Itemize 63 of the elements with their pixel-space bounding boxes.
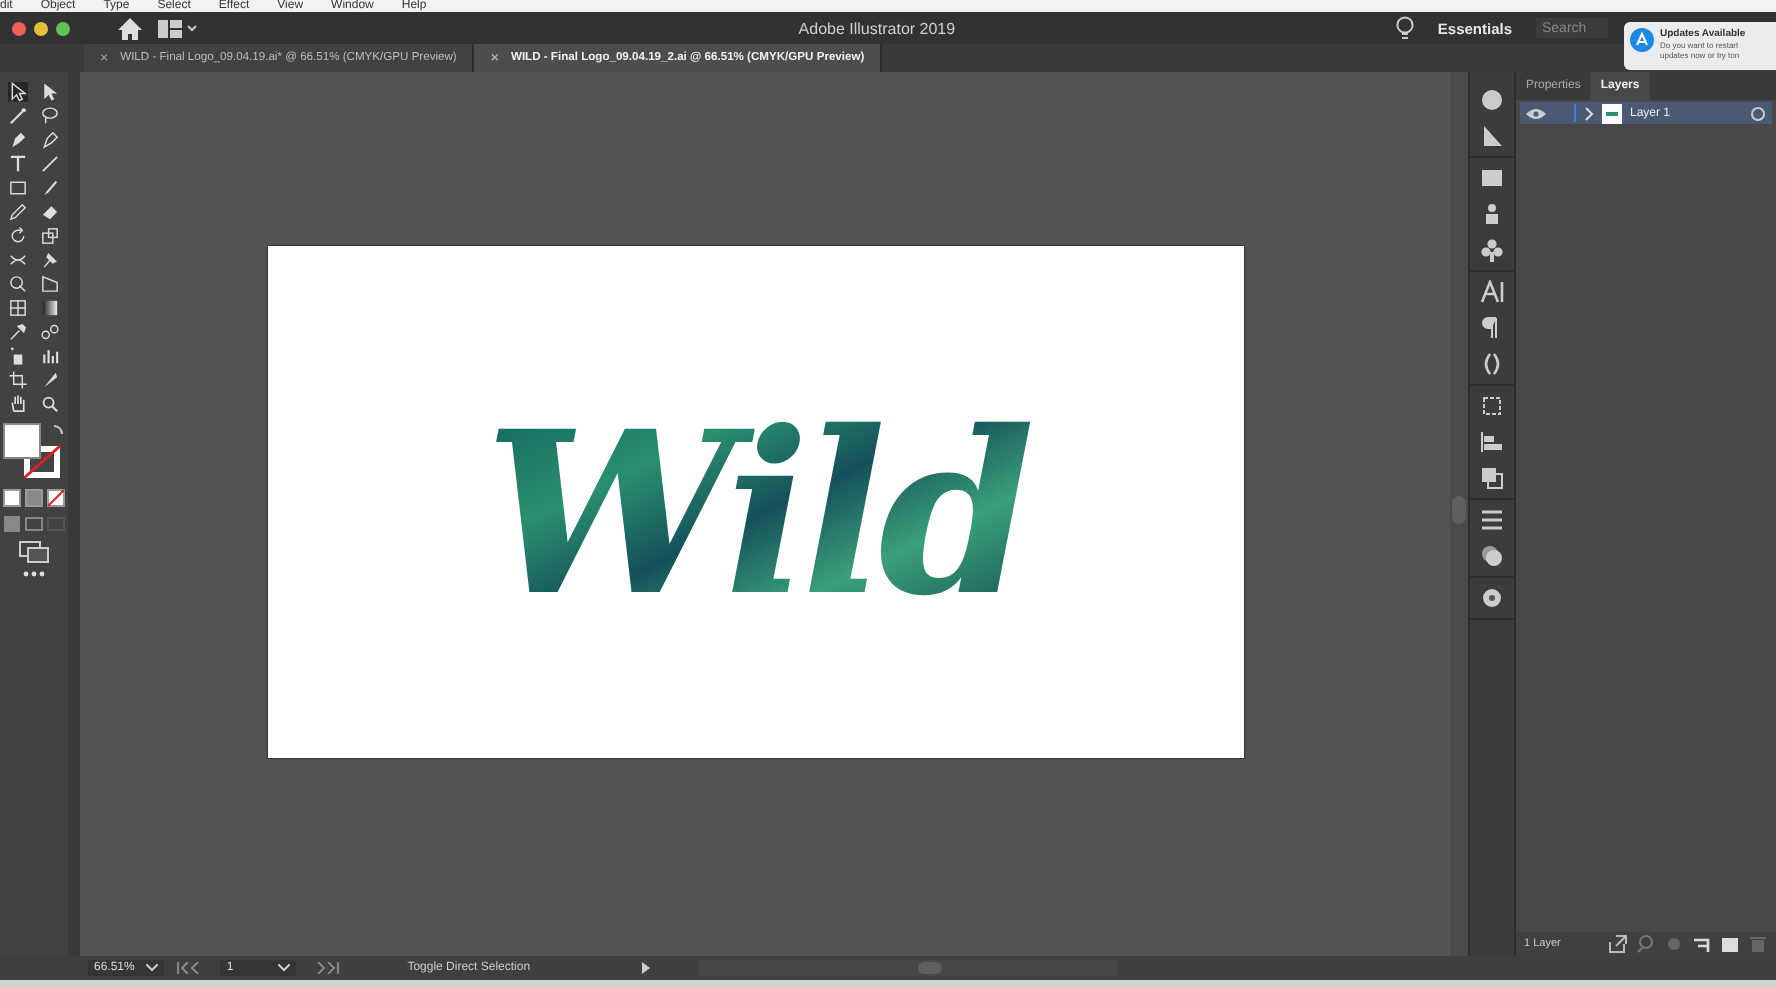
new-layer-icon[interactable] (1720, 934, 1740, 954)
window-title: Adobe Illustrator 2019 (796, 19, 958, 37)
stroke-icon[interactable] (1480, 508, 1504, 532)
scale-icon[interactable] (40, 226, 60, 246)
wand-icon[interactable] (8, 106, 28, 126)
type-tool-icon[interactable] (8, 154, 28, 174)
app-store-icon (1630, 28, 1654, 52)
lasso-icon[interactable] (40, 106, 60, 126)
color-mode-icon[interactable] (0, 488, 68, 508)
ruler-icon[interactable] (1480, 124, 1504, 148)
direct-arrow-icon[interactable] (40, 82, 60, 102)
transform-icon[interactable] (1480, 394, 1504, 418)
screen-mode-icon[interactable] (18, 540, 50, 564)
chevron-icon[interactable] (1584, 105, 1594, 121)
eyedropper-icon[interactable] (8, 322, 28, 342)
pen-icon[interactable] (8, 130, 28, 150)
selection-arrow-icon[interactable] (8, 82, 28, 102)
zoom-button[interactable] (56, 21, 70, 35)
layout-icon[interactable] (158, 19, 198, 37)
gradient-icon[interactable] (40, 298, 60, 318)
close-button[interactable] (12, 21, 26, 35)
line-icon[interactable] (40, 154, 60, 174)
column-graph-icon[interactable] (40, 346, 60, 366)
align-icon[interactable] (1480, 430, 1504, 454)
mesh-icon[interactable] (8, 298, 28, 318)
pathfinder-icon[interactable] (1480, 466, 1504, 490)
width-icon[interactable] (8, 250, 28, 270)
more-icon[interactable] (22, 570, 46, 578)
pin-icon[interactable] (40, 250, 60, 270)
wild-lettering-artwork: Wild (416, 322, 1096, 682)
eye-icon[interactable] (1526, 107, 1546, 119)
rectangle-icon[interactable] (8, 178, 28, 198)
opentype-icon[interactable] (1480, 352, 1504, 376)
layer-thumbnail-icon (1602, 103, 1622, 123)
fill-stroke-swatch-icon[interactable] (0, 422, 68, 482)
caret-icon (146, 964, 159, 972)
play-icon[interactable] (642, 962, 651, 974)
brush-icon[interactable] (40, 178, 60, 198)
zoom-icon[interactable] (40, 394, 60, 414)
caret-icon (277, 964, 290, 972)
transparency-icon[interactable] (1480, 544, 1504, 568)
home-icon[interactable] (118, 17, 142, 39)
artboard-icon[interactable] (8, 370, 28, 390)
blend-icon[interactable] (40, 322, 60, 342)
pen-plus-icon[interactable] (40, 130, 60, 150)
eraser-icon[interactable] (40, 202, 60, 222)
symbol-sprayer-icon[interactable] (8, 346, 28, 366)
pencil-icon[interactable] (8, 202, 28, 222)
image-icon[interactable] (1480, 166, 1504, 190)
puppet-icon[interactable] (1480, 202, 1504, 226)
new-sublayer-icon[interactable] (1692, 934, 1712, 954)
target-icon[interactable] (1750, 105, 1766, 121)
character-icon[interactable] (1480, 280, 1504, 304)
lightbulb-icon[interactable] (1395, 16, 1414, 40)
export-icon[interactable] (1608, 934, 1628, 954)
scroll-bar[interactable] (698, 960, 1119, 976)
shape-builder-icon[interactable] (8, 274, 28, 294)
scroll-bar[interactable] (1450, 72, 1468, 956)
minimize-button[interactable] (34, 21, 48, 35)
perspective-icon[interactable] (40, 274, 60, 294)
hand-icon[interactable] (8, 394, 28, 414)
rotate-icon[interactable] (8, 226, 28, 246)
club-icon[interactable] (1480, 238, 1504, 262)
